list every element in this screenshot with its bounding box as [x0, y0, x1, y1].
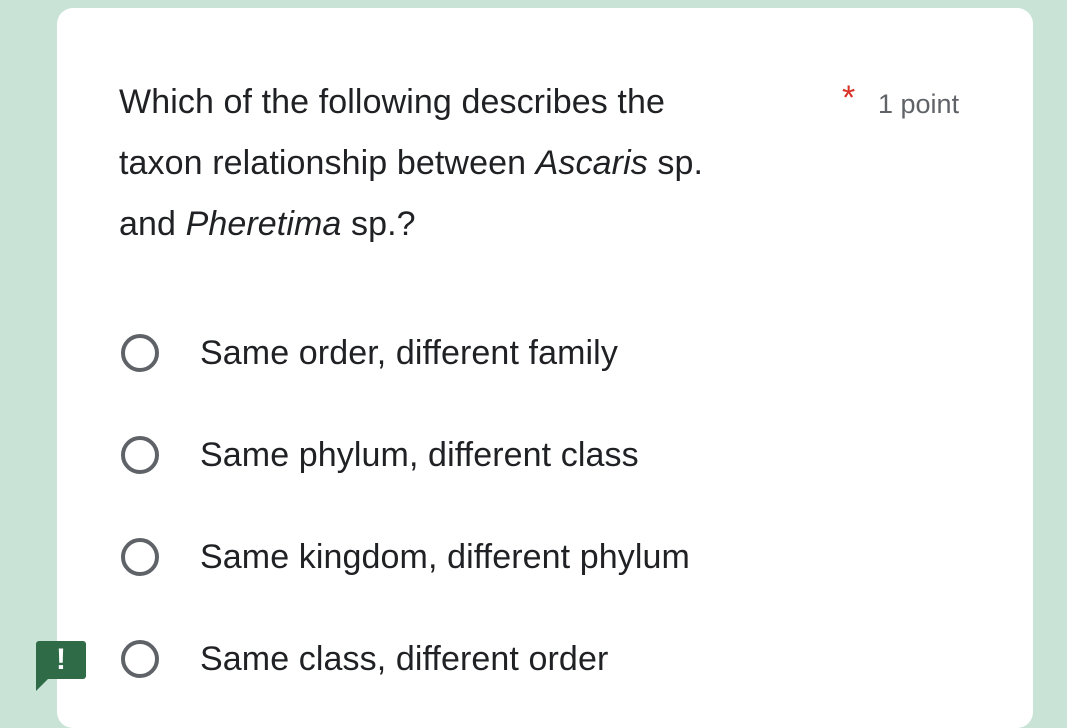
alert-badge[interactable]: !: [36, 641, 86, 691]
option-same-kingdom[interactable]: Same kingdom, different phylum: [117, 523, 997, 591]
points-label: 1 point: [878, 89, 960, 119]
option-label: Same order, different family: [200, 333, 618, 372]
taxon-ascaris: Ascaris: [535, 144, 648, 182]
exclamation-icon: !: [56, 643, 66, 676]
option-label: Same phylum, different class: [200, 435, 639, 474]
question-line-2-prefix: taxon relationship between: [119, 144, 536, 182]
taxon-pheretima: Pheretima: [185, 205, 342, 243]
radio-button[interactable]: [121, 640, 159, 678]
radio-button[interactable]: [121, 334, 159, 372]
question-card: Which of the following describes the tax…: [57, 8, 1033, 728]
question-line-1: Which of the following describes the: [119, 83, 665, 121]
option-label: Same kingdom, different phylum: [200, 537, 690, 576]
question-line-3-suffix: sp.?: [341, 205, 416, 243]
option-same-order[interactable]: Same order, different family: [117, 319, 997, 387]
question-text: Which of the following describes the tax…: [119, 72, 819, 255]
radio-button[interactable]: [121, 436, 159, 474]
option-same-class[interactable]: Same class, different order: [117, 625, 997, 693]
option-same-phylum[interactable]: Same phylum, different class: [117, 421, 997, 489]
question-line-2-suffix: sp.: [647, 144, 704, 182]
radio-button[interactable]: [121, 538, 159, 576]
question-line-3-prefix: and: [119, 205, 186, 243]
required-marker: *: [842, 79, 856, 117]
answer-options: Same order, different family Same phylum…: [117, 319, 997, 727]
option-label: Same class, different order: [200, 639, 609, 678]
